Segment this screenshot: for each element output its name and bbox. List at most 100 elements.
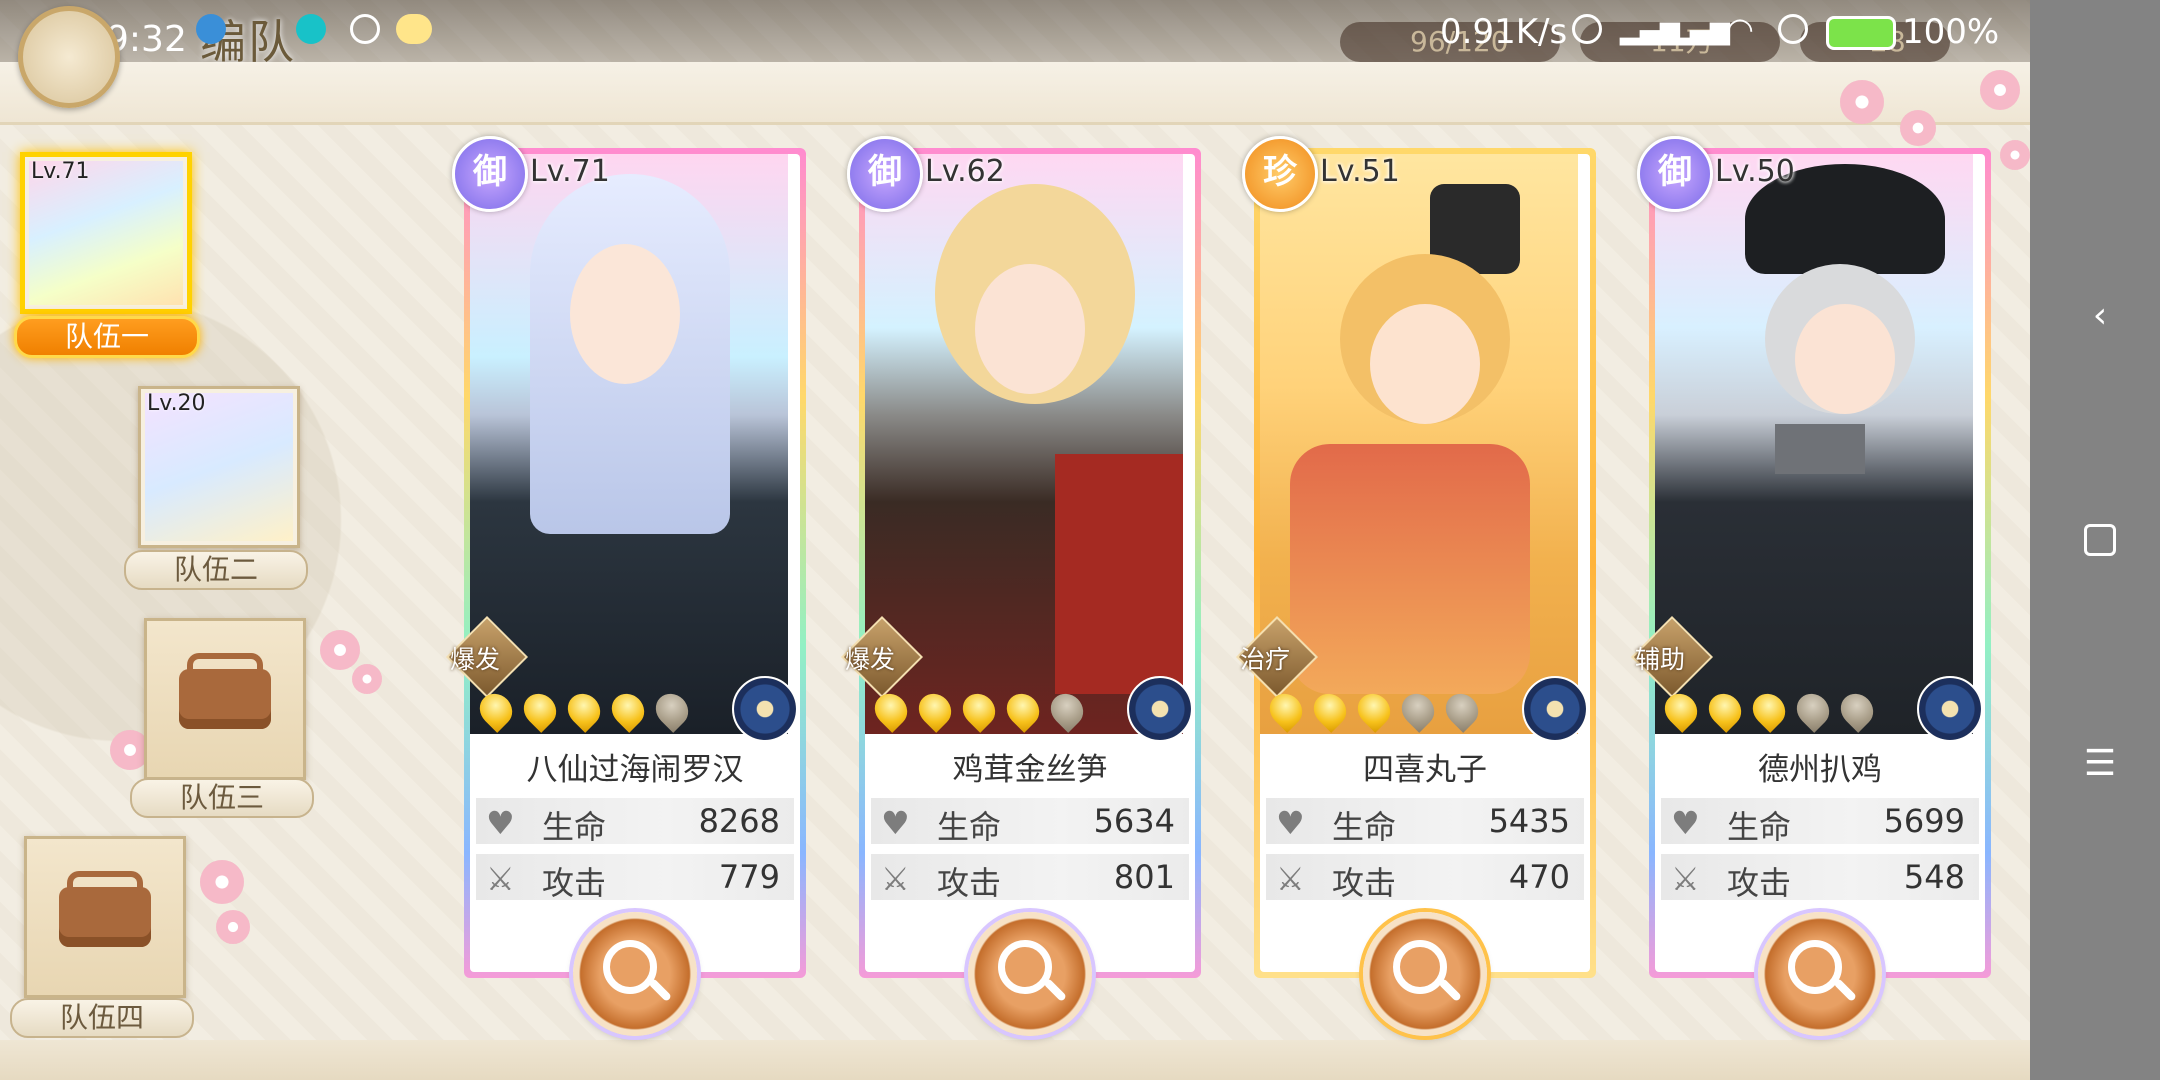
stat-value: 801	[1113, 858, 1175, 896]
team-label[interactable]: 队伍二	[124, 550, 308, 590]
blossom-decoration	[1840, 80, 1884, 124]
sword-icon: ⚔	[881, 860, 910, 898]
faction-emblem-icon	[1522, 676, 1588, 742]
flame-icon	[1000, 687, 1046, 733]
flame-icon	[912, 687, 958, 733]
flame-icon	[1834, 687, 1880, 733]
stat-value: 8268	[698, 802, 780, 840]
stat-label: 生命	[542, 808, 607, 846]
back-icon[interactable]: ‹	[2080, 296, 2120, 336]
character-card-4[interactable]: 御 Lv.50 辅助 德州扒鸡 ♥ 生命 5699 ⚔ 攻击 548	[1630, 136, 1991, 1036]
heart-icon: ♥	[1276, 804, 1305, 842]
stat-value: 470	[1508, 858, 1570, 896]
flame-icon	[868, 687, 914, 733]
network-speed: 0.91K/s	[1440, 12, 1568, 52]
flame-icon	[1790, 687, 1836, 733]
sword-icon: ⚔	[1671, 860, 1700, 898]
heart-icon: ♥	[881, 804, 910, 842]
role-badge: 爆发	[445, 615, 529, 699]
rarity-badge: 御	[452, 136, 528, 212]
stat-label: 生命	[937, 808, 1002, 846]
character-card-2[interactable]: 御 Lv.62 爆发 鸡茸金丝笋 ♥ 生命 5634 ⚔ 攻击 801	[840, 136, 1201, 1036]
timer-icon	[350, 14, 380, 44]
lock-icon	[179, 653, 271, 729]
character-name: 鸡茸金丝笋	[952, 752, 1108, 788]
heart-icon: ♥	[1671, 804, 1700, 842]
flame-icon	[1395, 687, 1441, 733]
team-label[interactable]: 队伍四	[10, 998, 194, 1038]
flame-icon	[605, 687, 651, 733]
sword-icon: ⚔	[486, 860, 515, 898]
status-bar: 晚上9:32 编队 96/120 11万 28 0.91K/s ▂▄▆ ▂▄▆ …	[0, 0, 2160, 69]
menu-icon[interactable]: ☰	[2080, 744, 2120, 784]
faction-emblem-icon	[1127, 676, 1193, 742]
character-name: 四喜丸子	[1363, 752, 1487, 788]
stat-value: 5699	[1883, 802, 1965, 840]
back-button[interactable]	[18, 6, 120, 108]
taptap-icon	[296, 14, 326, 44]
team-level: Lv.20	[147, 391, 206, 416]
blossom-decoration	[1980, 70, 2020, 110]
role-badge: 辅助	[1630, 615, 1714, 699]
battery-percent: 100%	[1902, 12, 2000, 52]
role-label: 爆发	[845, 645, 896, 674]
flame-icon	[1439, 687, 1485, 733]
heart-icon: ♥	[486, 804, 515, 842]
stat-label: 攻击	[1727, 864, 1792, 902]
stat-label: 攻击	[1332, 864, 1397, 902]
star-rating	[1263, 687, 1488, 734]
card-level: Lv.62	[925, 154, 1005, 189]
weather-icon	[396, 14, 432, 44]
magnifier-icon[interactable]	[968, 912, 1092, 1036]
character-card-3[interactable]: 珍 Lv.51 治疗 四喜丸子 ♥ 生命 5435 ⚔ 攻击 470	[1235, 136, 1596, 1036]
flame-icon	[649, 687, 695, 733]
stat-value: 779	[718, 858, 780, 896]
atk-stat: ⚔ 攻击 548	[1661, 854, 1979, 902]
magnifier-icon[interactable]	[573, 912, 697, 1036]
role-badge: 爆发	[840, 615, 924, 699]
power-save-icon	[1778, 14, 1808, 44]
flame-icon	[1263, 687, 1309, 733]
atk-stat: ⚔ 攻击 801	[871, 854, 1189, 902]
magnifier-icon[interactable]	[1363, 912, 1487, 1036]
hp-stat: ♥ 生命 5634	[871, 798, 1189, 846]
flame-icon	[561, 687, 607, 733]
team-label[interactable]: 队伍三	[130, 778, 314, 818]
flame-icon	[1658, 687, 1704, 733]
stat-label: 攻击	[542, 864, 607, 902]
top-band	[0, 62, 2030, 125]
flame-icon	[473, 687, 519, 733]
role-label: 爆发	[450, 645, 501, 674]
faction-emblem-icon	[732, 676, 798, 742]
lock-icon	[59, 871, 151, 947]
hp-stat: ♥ 生命 8268	[476, 798, 794, 846]
wifi-icon: ◠	[1726, 10, 1754, 48]
alarm-icon	[1572, 14, 1602, 44]
blossom-decoration	[352, 664, 382, 694]
stat-value: 5435	[1488, 802, 1570, 840]
flame-icon	[1746, 687, 1792, 733]
star-rating	[1658, 687, 1883, 734]
blossom-decoration	[2000, 140, 2030, 170]
role-badge: 治疗	[1235, 615, 1319, 699]
team-level: Lv.71	[31, 159, 90, 184]
role-label: 治疗	[1240, 645, 1291, 674]
character-name: 德州扒鸡	[1758, 752, 1882, 788]
hp-stat: ♥ 生命 5699	[1661, 798, 1979, 846]
stat-label: 生命	[1332, 808, 1397, 846]
app-l-icon	[196, 14, 226, 44]
bottom-band	[0, 1040, 2030, 1080]
flame-icon	[1351, 687, 1397, 733]
star-rating	[868, 687, 1093, 734]
flame-icon	[1307, 687, 1353, 733]
faction-emblem-icon	[1917, 676, 1983, 742]
stat-label: 攻击	[937, 864, 1002, 902]
card-level: Lv.51	[1320, 154, 1400, 189]
flame-icon	[1702, 687, 1748, 733]
character-card-1[interactable]: 御 Lv.71 爆发 八仙过海闹罗汉 ♥ 生命 8268 ⚔ 攻击 779	[445, 136, 806, 1036]
magnifier-icon[interactable]	[1758, 912, 1882, 1036]
role-label: 辅助	[1635, 645, 1686, 674]
card-level: Lv.71	[530, 154, 610, 189]
home-icon[interactable]	[2080, 520, 2120, 560]
team-label[interactable]: 队伍一	[14, 316, 200, 358]
